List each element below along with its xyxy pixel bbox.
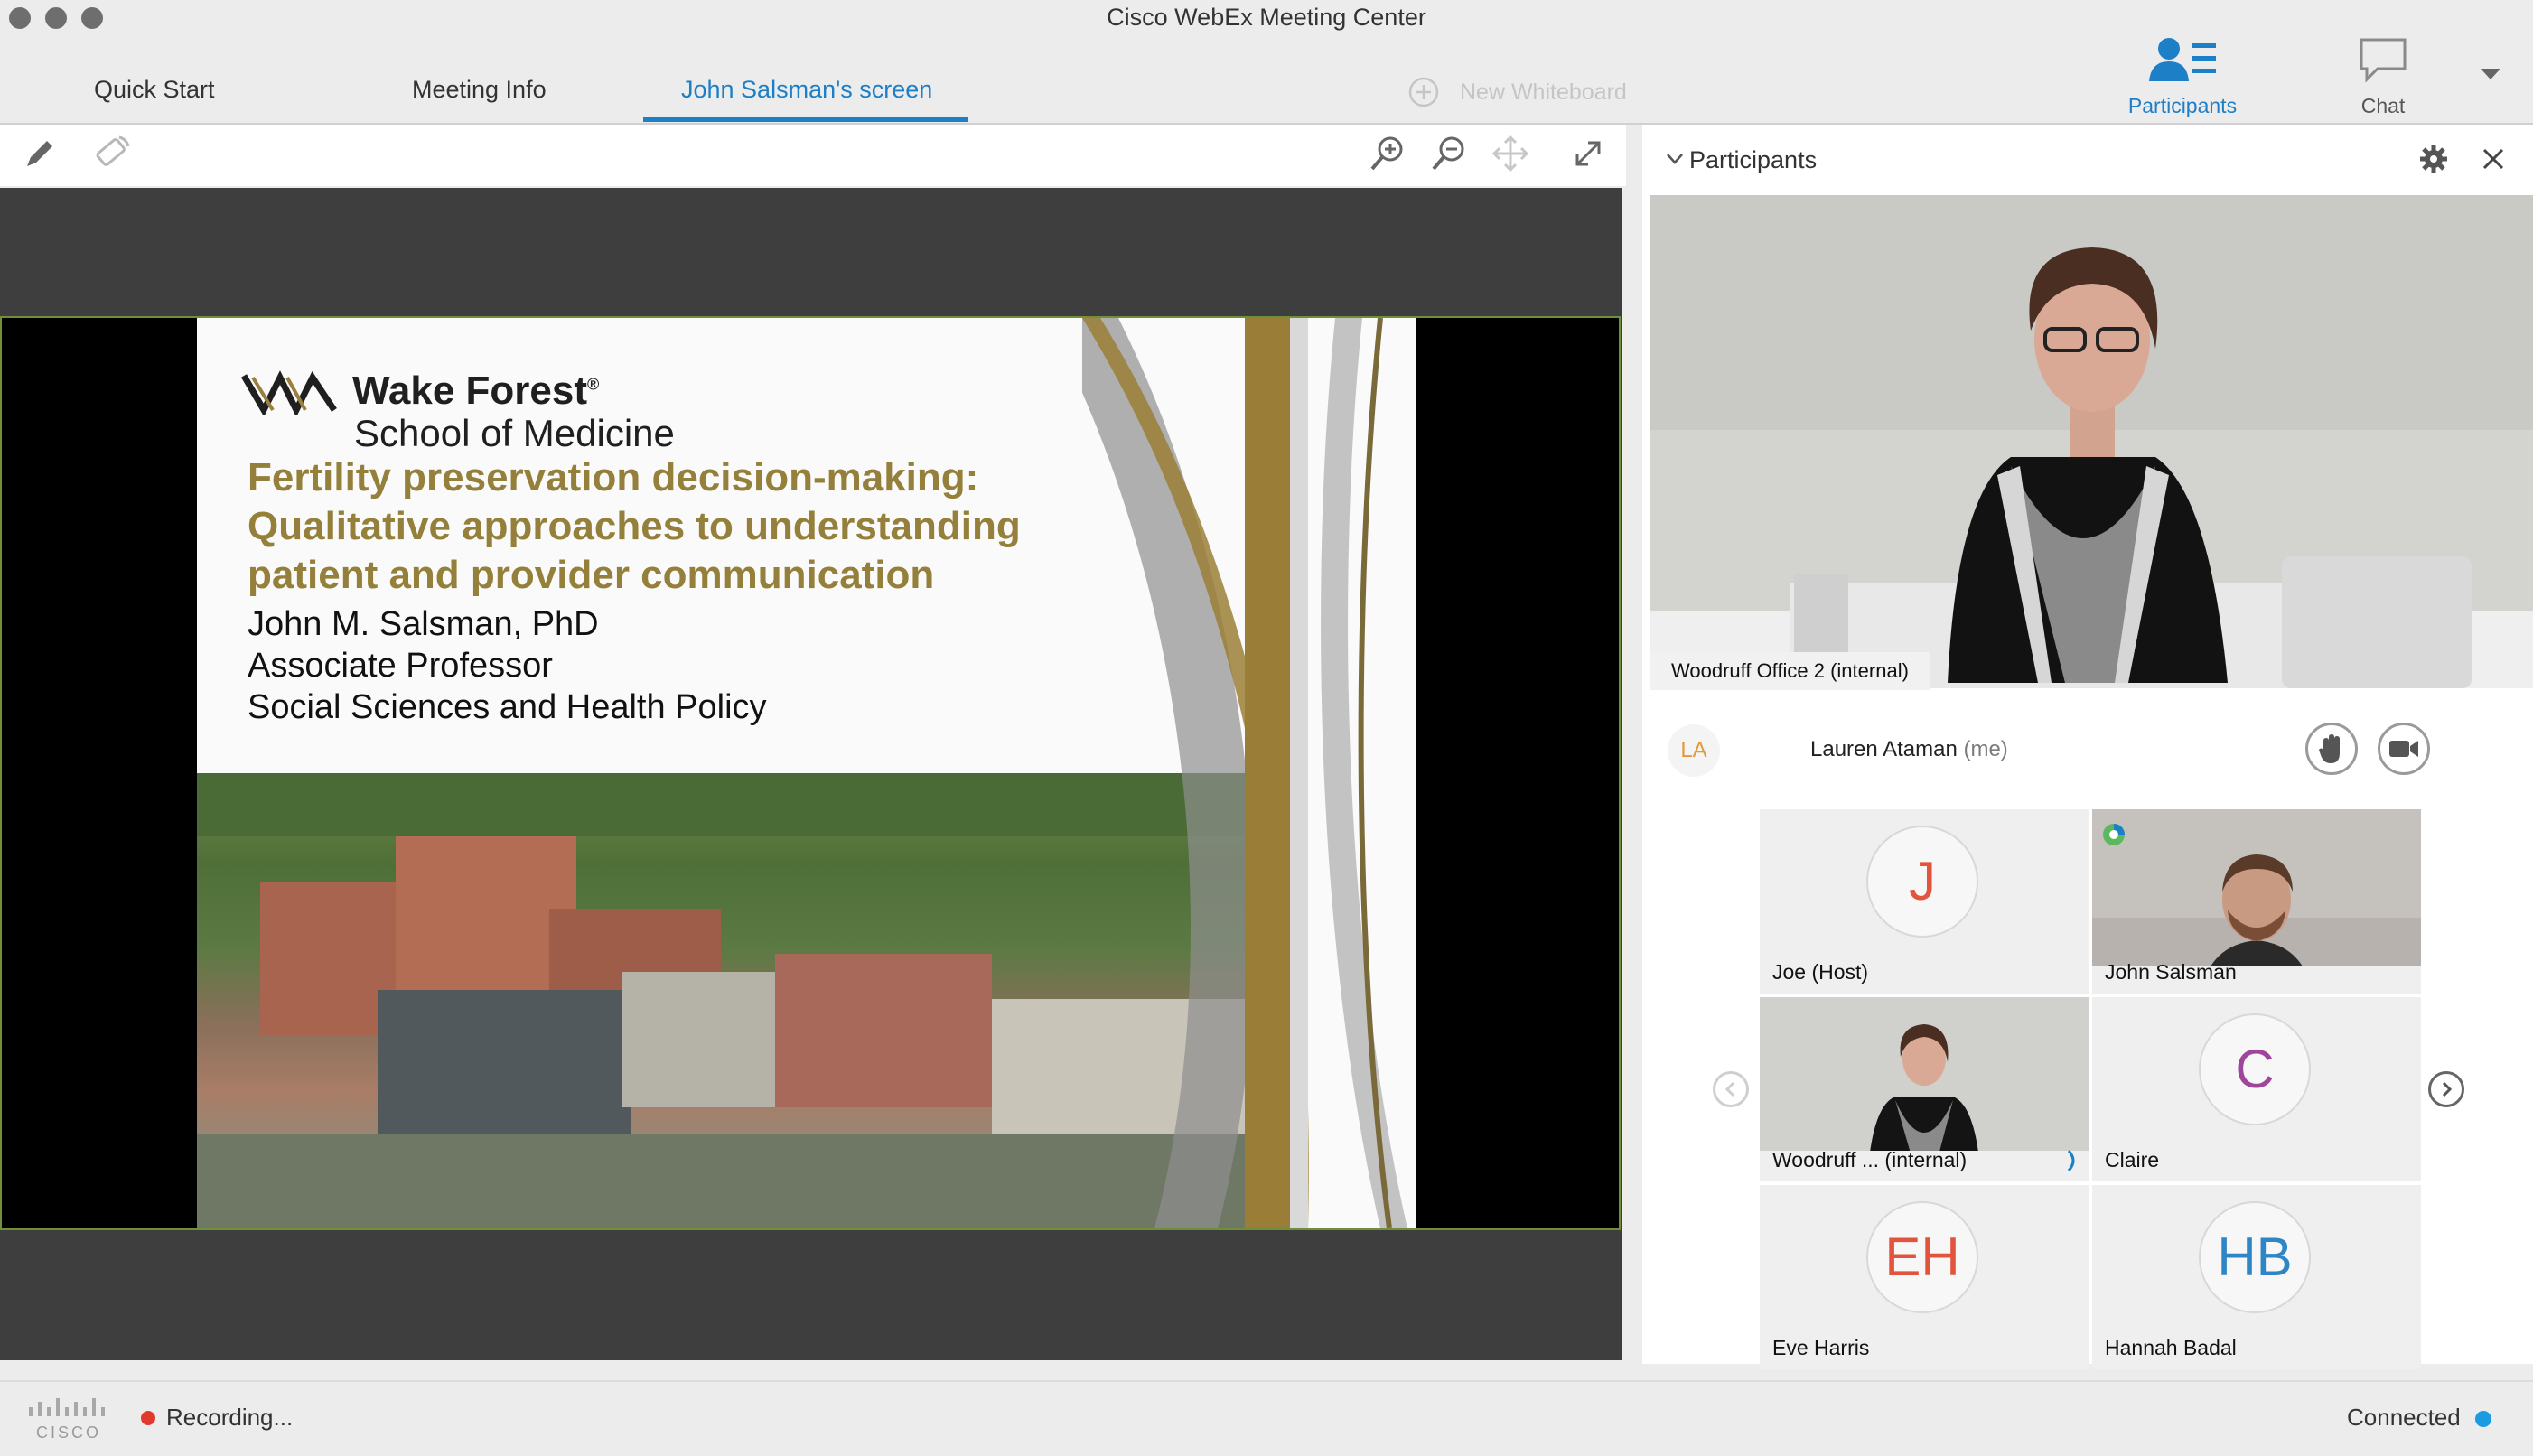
- my-name: Lauren Ataman: [1810, 737, 1958, 761]
- participant-avatar: HB: [2199, 1201, 2311, 1313]
- participant-name: Joe (Host): [1772, 960, 1869, 984]
- previous-page-button[interactable]: [1713, 1071, 1749, 1107]
- chat-toggle-button[interactable]: Chat: [2311, 36, 2455, 118]
- main-video-caption: Woodruff Office 2 (internal): [1650, 652, 1930, 690]
- active-speaker-video[interactable]: [1650, 195, 2533, 688]
- decorative-ribbons: [1082, 318, 1407, 1228]
- new-whiteboard-button[interactable]: New Whiteboard: [1407, 76, 1627, 108]
- brand-name: Wake Forest: [352, 369, 588, 413]
- participant-tile-claire[interactable]: C Claire: [2092, 997, 2421, 1181]
- cisco-logo-text: CISCO: [36, 1423, 102, 1442]
- participant-avatar: EH: [1866, 1201, 1978, 1313]
- connection-status: Connected: [2347, 1404, 2461, 1431]
- presentation-slide: Wake Forest® School of Medicine Fertilit…: [197, 318, 1416, 1228]
- pan-move-icon[interactable]: [1489, 132, 1532, 175]
- participants-icon: [2149, 38, 2216, 81]
- zoom-in-icon[interactable]: [1366, 132, 1409, 175]
- collapse-chevron-icon[interactable]: [1666, 152, 1684, 171]
- wake-forest-logo-icon: [240, 370, 337, 415]
- presenter-role: Associate Professor: [248, 647, 553, 685]
- presenter-department: Social Sciences and Health Policy: [248, 688, 767, 726]
- start-video-button[interactable]: [2378, 723, 2430, 775]
- participant-tile-woodruff[interactable]: Woodruff ... (internal): [1760, 997, 2089, 1181]
- active-tab-indicator: [643, 117, 968, 122]
- chevron-right-icon: [2442, 1081, 2453, 1097]
- plus-circle-icon: [1408, 77, 1439, 107]
- tab-shared-screen[interactable]: John Salsman's screen: [681, 76, 932, 104]
- brand-school: School of Medicine: [354, 412, 675, 454]
- more-options-chevron-icon[interactable]: [2479, 67, 2502, 88]
- recording-status[interactable]: Recording...: [166, 1404, 293, 1432]
- close-panel-icon[interactable]: [2481, 146, 2506, 176]
- participant-tile-hannah-badal[interactable]: HB Hannah Badal: [2092, 1185, 2421, 1369]
- participant-name: Hannah Badal: [2105, 1336, 2237, 1359]
- presenter-name: John M. Salsman, PhD: [248, 605, 599, 643]
- video-camera-icon: [2389, 741, 2418, 757]
- my-avatar: LA: [1668, 724, 1720, 777]
- speaking-indicator-icon: [2067, 1149, 2075, 1172]
- participants-button-label: Participants: [2127, 94, 2238, 117]
- new-whiteboard-label: New Whiteboard: [1460, 79, 1627, 105]
- next-page-button[interactable]: [2428, 1071, 2464, 1107]
- slide-title-line-3: patient and provider communication: [248, 553, 935, 597]
- remote-control-icon[interactable]: [90, 132, 134, 175]
- raise-hand-button[interactable]: [2305, 723, 2358, 775]
- status-bar: [0, 1380, 2533, 1456]
- raise-hand-icon: [2319, 734, 2340, 763]
- participant-tile-eve-harris[interactable]: EH Eve Harris: [1760, 1185, 2089, 1369]
- fullscreen-icon[interactable]: [1566, 132, 1610, 175]
- window-title: Cisco WebEx Meeting Center: [1107, 4, 1426, 31]
- participant-tile-john-salsman[interactable]: John Salsman: [2092, 809, 2421, 994]
- chat-button-label: Chat: [2360, 94, 2406, 117]
- participant-name: John Salsman: [2105, 960, 2237, 984]
- participants-toggle-button[interactable]: Participants: [2110, 36, 2255, 118]
- annotate-pencil-icon[interactable]: [18, 132, 61, 175]
- participants-panel-title: Participants: [1689, 146, 1818, 173]
- slide-title-line-1: Fertility preservation decision-making:: [248, 455, 979, 499]
- participant-name: Eve Harris: [1772, 1336, 1870, 1359]
- presenter-ball-icon: [2103, 824, 2125, 845]
- me-suffix: (me): [1963, 737, 2008, 761]
- participant-name: Woodruff ... (internal): [1772, 1148, 1968, 1171]
- recording-indicator: [141, 1411, 155, 1425]
- speaker-video-frame: [1650, 195, 2533, 688]
- participant-avatar: J: [1866, 826, 1978, 938]
- slide-title-line-2: Qualitative approaches to understanding: [248, 504, 1021, 548]
- connection-indicator: [2475, 1411, 2491, 1427]
- participant-tile-joe[interactable]: J Joe (Host): [1760, 809, 2089, 994]
- cisco-logo-icon: [29, 1398, 105, 1416]
- tab-meeting-info[interactable]: Meeting Info: [412, 76, 547, 104]
- chevron-left-icon: [1724, 1081, 1735, 1097]
- zoom-out-icon[interactable]: [1427, 132, 1471, 175]
- chat-bubble-icon: [2360, 38, 2407, 83]
- participant-avatar: C: [2199, 1013, 2311, 1125]
- settings-gear-icon[interactable]: [2417, 143, 2450, 180]
- tab-quick-start[interactable]: Quick Start: [94, 76, 215, 104]
- participant-name: Claire: [2105, 1148, 2160, 1171]
